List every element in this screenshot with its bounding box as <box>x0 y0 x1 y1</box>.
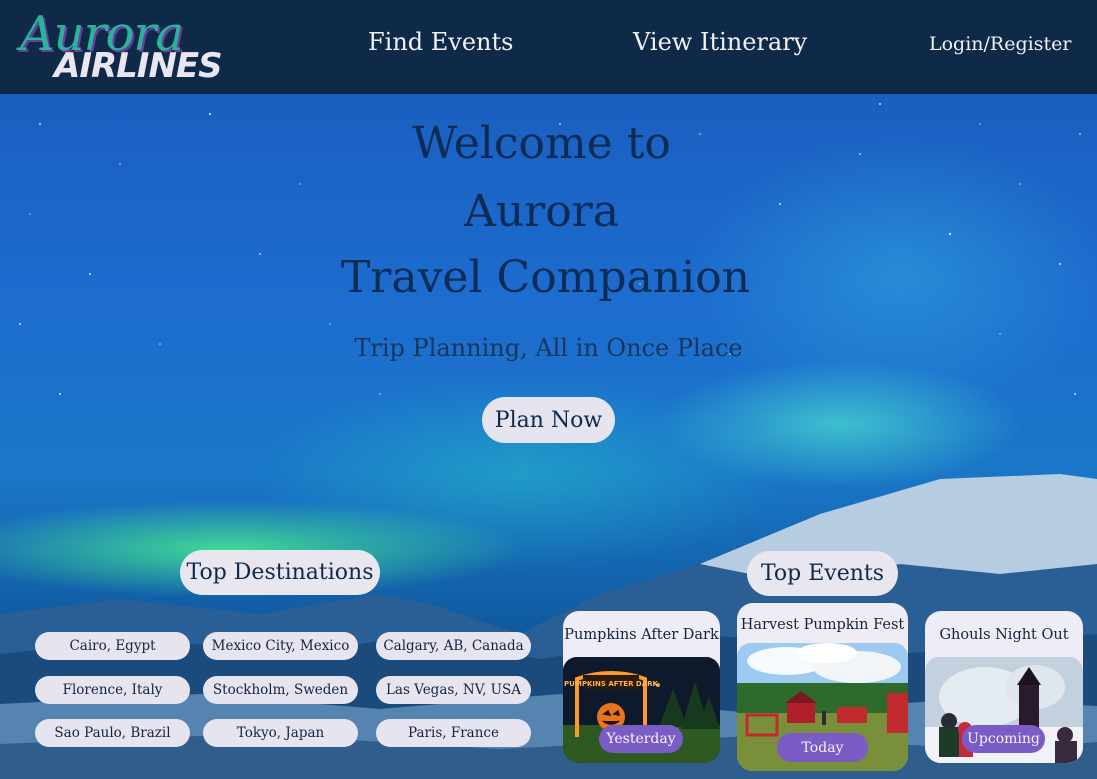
event-title: Ghouls Night Out <box>939 627 1069 643</box>
event-status-badge: Today <box>777 733 868 762</box>
event-status-badge: Upcoming <box>962 725 1045 753</box>
plan-now-button[interactable]: Plan Now <box>482 397 615 443</box>
aurora-airlines-logo[interactable]: Aurora AIRLINES <box>16 6 236 88</box>
destination-chip[interactable]: Sao Paulo, Brazil <box>35 719 190 747</box>
destination-chip[interactable]: Las Vegas, NV, USA <box>376 676 531 704</box>
destination-chip[interactable]: Paris, France <box>376 719 531 747</box>
nav-find-events[interactable]: Find Events <box>368 28 513 56</box>
event-title: Harvest Pumpkin Fest <box>740 617 905 633</box>
destination-chip[interactable]: Mexico City, Mexico <box>203 632 358 660</box>
destination-chip[interactable]: Florence, Italy <box>35 676 190 704</box>
top-destinations-heading: Top Destinations <box>180 550 380 595</box>
destination-chip[interactable]: Tokyo, Japan <box>203 719 358 747</box>
hero-title-line-3: Travel Companion <box>340 252 751 303</box>
logo-block-text: AIRLINES <box>54 46 223 86</box>
svg-text:PUMPKINS AFTER DARK: PUMPKINS AFTER DARK <box>564 680 658 688</box>
top-navigation-bar: Aurora AIRLINES Find Events View Itinera… <box>0 0 1097 94</box>
hero-title-line-2: Aurora <box>464 186 619 237</box>
event-card-harvest-pumpkin-fest[interactable]: Harvest Pumpkin Fest Today <box>737 603 908 771</box>
top-events-heading: Top Events <box>747 551 898 596</box>
event-card-ghouls-night-out[interactable]: Ghouls Night Out Upcoming <box>925 611 1083 763</box>
event-title: Pumpkins After Dark <box>564 627 719 643</box>
event-card-pumpkins-after-dark[interactable]: Pumpkins After Dark PUMPKINS AFTER DARK … <box>563 611 720 763</box>
nav-login-register[interactable]: Login/Register <box>929 33 1071 55</box>
hero-subtitle: Trip Planning, All in Once Place <box>354 334 743 362</box>
event-status-badge: Yesterday <box>599 725 683 753</box>
destination-chip[interactable]: Calgary, AB, Canada <box>376 632 531 660</box>
hero-title-line-1: Welcome to <box>412 118 671 169</box>
nav-view-itinerary[interactable]: View Itinerary <box>633 28 807 56</box>
destination-chip[interactable]: Stockholm, Sweden <box>203 676 358 704</box>
destination-chip[interactable]: Cairo, Egypt <box>35 632 190 660</box>
